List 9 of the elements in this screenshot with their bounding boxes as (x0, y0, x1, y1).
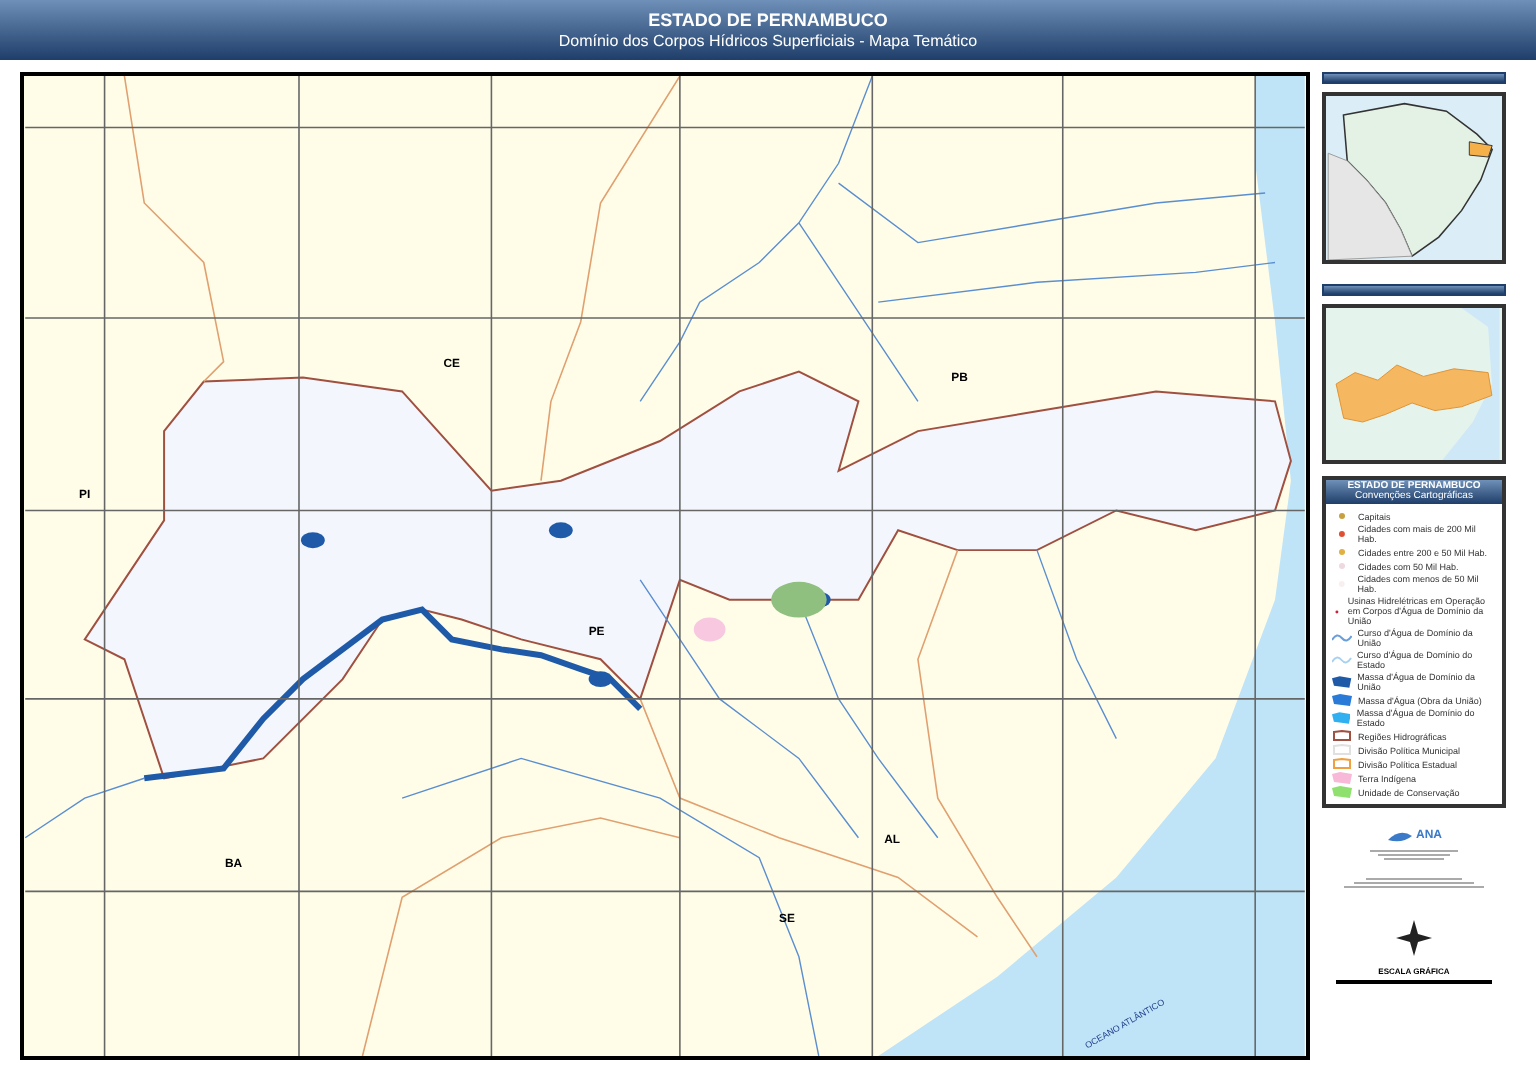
water-drop-logo-icon (1386, 828, 1414, 844)
conservation-unit (771, 581, 827, 618)
indigenous-land (693, 617, 726, 642)
reservoir (300, 532, 325, 549)
reservoir (548, 522, 573, 539)
map-subtitle: Domínio dos Corpos Hídricos Superficiais - Mapa Temático (558, 33, 978, 49)
compass-rose-icon (1396, 920, 1432, 956)
map-title: ESTADO DE PERNAMBUCO (648, 11, 888, 29)
reservoir (588, 671, 613, 687)
